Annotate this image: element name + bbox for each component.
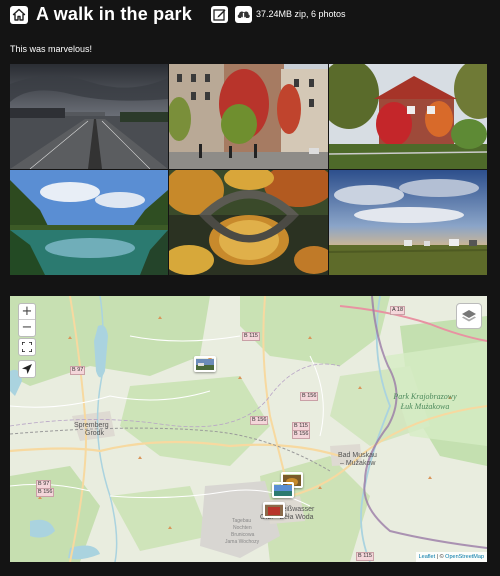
photo-thumbnail[interactable]: [169, 64, 328, 169]
home-button[interactable]: [10, 6, 28, 24]
road-shield: B 115: [356, 552, 374, 561]
photo-marker[interactable]: [272, 482, 294, 498]
cloud-download-icon: [237, 11, 250, 21]
fullscreen-icon: [22, 342, 32, 352]
header: A walk in the park 37.24MB zip, 6 photos: [0, 0, 500, 30]
layers-button[interactable]: [456, 303, 482, 329]
zoom-out-button[interactable]: −: [19, 320, 35, 336]
photo-thumbnail[interactable]: [169, 170, 328, 275]
locate-button[interactable]: [18, 360, 36, 378]
road-shield: B 115: [242, 332, 260, 341]
navigation-arrow-icon: [22, 364, 32, 374]
layers-icon: [462, 310, 476, 322]
road-shield: B 156: [36, 488, 55, 497]
zoom-in-button[interactable]: +: [19, 304, 35, 320]
photo-thumbnail[interactable]: [329, 170, 487, 275]
road-shield: B 156: [250, 416, 269, 425]
road-shield: B 115: [292, 422, 310, 431]
photo-thumbnail[interactable]: [10, 64, 168, 169]
edit-icon: [213, 9, 226, 21]
photo-thumbnail[interactable]: [329, 64, 487, 169]
road-shield: A 18: [390, 306, 406, 315]
place-label-jama-wochozy: Jama Wochozy: [225, 539, 260, 545]
attribution-separator: | ©: [435, 554, 446, 560]
park-label-line1: Park Krajobrazowy: [393, 392, 457, 401]
place-label-grodk: Grodk: [85, 430, 105, 437]
road-shield: B 97: [70, 366, 86, 375]
photo-marker[interactable]: [194, 356, 216, 372]
road-shield: B 156: [300, 392, 319, 401]
download-button[interactable]: [235, 6, 252, 23]
place-label-muzakow: – Mužakow: [340, 460, 376, 467]
photo-marker[interactable]: [263, 502, 285, 518]
zoom-control: + −: [18, 303, 36, 337]
map-attribution: Leaflet | © OpenStreetMap: [415, 552, 487, 562]
place-label-spremberg: Spremberg: [74, 422, 109, 429]
osm-link[interactable]: OpenStreetMap: [445, 554, 484, 560]
fullscreen-button[interactable]: [18, 338, 36, 356]
park-label: Park Krajobrazowy Łuk Mużakowa: [390, 392, 460, 412]
page-title: A walk in the park: [36, 4, 192, 24]
road-shield: B 156: [292, 430, 311, 439]
photo-thumbnail[interactable]: [10, 170, 168, 275]
zip-info: 37.24MB zip, 6 photos: [256, 9, 346, 19]
home-icon: [12, 8, 26, 21]
photo-gallery: [10, 64, 487, 275]
leaflet-link[interactable]: Leaflet: [419, 554, 436, 560]
edit-button[interactable]: [211, 6, 228, 23]
photo-map[interactable]: + − Spremberg Grodk Bad Muskau – Mužakow…: [10, 296, 487, 562]
place-label-bad-muskau: Bad Muskau: [338, 452, 377, 459]
album-description: This was marvelous!: [10, 44, 93, 54]
park-label-line2: Łuk Mużakowa: [400, 402, 450, 411]
